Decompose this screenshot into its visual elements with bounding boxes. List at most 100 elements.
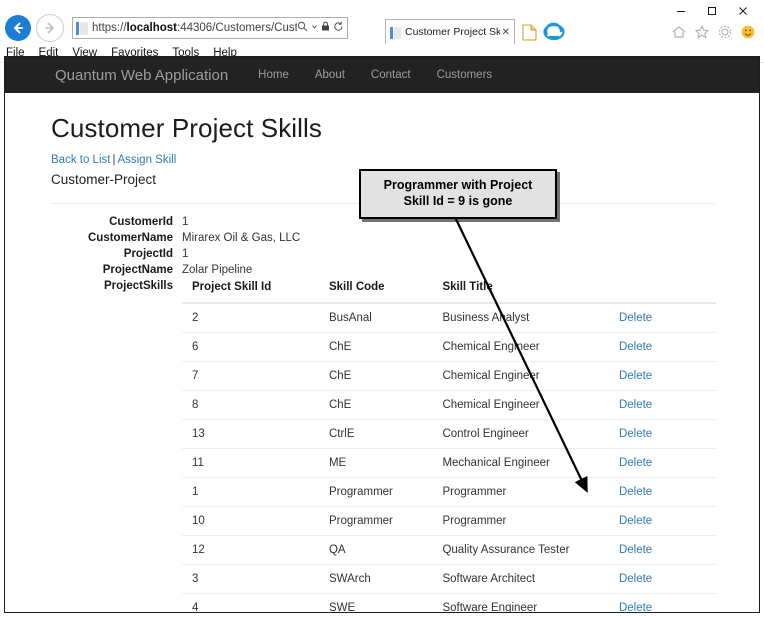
cell-skill-code: ChE bbox=[328, 361, 443, 391]
browser-window: https://localhost:44306/Customers/Custom… bbox=[0, 0, 764, 617]
cell-skill-code: Programmer bbox=[328, 477, 443, 507]
delete-link[interactable]: Delete bbox=[619, 544, 652, 556]
settings-gear-icon[interactable] bbox=[717, 24, 733, 40]
cell-project-skill-id: 1 bbox=[182, 477, 329, 507]
delete-link[interactable]: Delete bbox=[619, 341, 652, 353]
tab-strip: Customer Project Skills - Q... ✕ bbox=[385, 14, 566, 44]
site-brand[interactable]: Quantum Web Application bbox=[55, 67, 228, 84]
cell-skill-title: Software Architect bbox=[442, 564, 619, 594]
cell-skill-code: ChE bbox=[328, 332, 443, 362]
detail-label-customername: CustomerName bbox=[88, 232, 173, 244]
chevron-down-icon[interactable] bbox=[311, 21, 318, 35]
page-content: Customer Project Skills Back to List | Ass… bbox=[5, 93, 759, 612]
back-arrow-icon bbox=[14, 22, 23, 34]
nav-link-about[interactable]: About bbox=[315, 69, 345, 81]
cell-project-skill-id: 13 bbox=[182, 419, 329, 449]
detail-value-projectname: Zolar Pipeline bbox=[182, 264, 253, 276]
detail-label-projectid: ProjectId bbox=[123, 248, 173, 260]
tab-close-icon[interactable]: ✕ bbox=[502, 27, 510, 38]
cell-skill-title: Chemical Engineer bbox=[442, 332, 619, 362]
delete-link[interactable]: Delete bbox=[619, 399, 652, 411]
detail-value-projectid: 1 bbox=[182, 248, 189, 260]
address-bar-icons bbox=[297, 21, 344, 35]
address-url: https://localhost:44306/Customers/Custom… bbox=[92, 22, 297, 34]
table-row: 6 ChE Chemical Engineer Delete bbox=[182, 332, 716, 362]
browser-tab-active[interactable]: Customer Project Skills - Q... ✕ bbox=[385, 19, 515, 44]
delete-link[interactable]: Delete bbox=[619, 573, 652, 585]
close-icon bbox=[738, 7, 747, 15]
cell-actions: Delete bbox=[618, 564, 716, 594]
delete-link[interactable]: Delete bbox=[619, 515, 652, 527]
table-row: 12 QA Quality Assurance Tester Delete bbox=[182, 535, 716, 565]
customer-project-details: CustomerId 1 CustomerName Mirarex Oil & … bbox=[51, 215, 716, 612]
cell-project-skill-id: 8 bbox=[182, 390, 329, 420]
detail-label-projectname: ProjectName bbox=[102, 264, 173, 276]
cell-skill-title: Software Engineer bbox=[442, 593, 619, 612]
delete-link[interactable]: Delete bbox=[619, 457, 652, 469]
back-button[interactable] bbox=[5, 15, 31, 41]
table-row: 1 Programmer Programmer Delete bbox=[182, 477, 716, 507]
cell-project-skill-id: 11 bbox=[182, 448, 329, 478]
cell-actions: Delete bbox=[618, 332, 716, 362]
cell-actions: Delete bbox=[618, 593, 716, 612]
home-icon[interactable] bbox=[671, 24, 687, 40]
table-row: 2 BusAnal Business Analyst Delete bbox=[182, 302, 716, 333]
column-header-actions bbox=[618, 278, 716, 304]
cell-project-skill-id: 12 bbox=[182, 535, 329, 565]
new-tab-button[interactable] bbox=[518, 20, 540, 44]
cell-project-skill-id: 2 bbox=[182, 302, 329, 333]
refresh-icon[interactable] bbox=[333, 21, 344, 35]
assign-skill-link[interactable]: Assign Skill bbox=[117, 154, 176, 166]
close-button[interactable] bbox=[727, 2, 758, 20]
cell-skill-code: SWE bbox=[328, 593, 443, 612]
cell-skill-code: QA bbox=[328, 535, 443, 565]
cell-actions: Delete bbox=[618, 302, 716, 333]
table-row: 3 SWArch Software Architect Delete bbox=[182, 564, 716, 594]
delete-link[interactable]: Delete bbox=[619, 370, 652, 382]
table-body: 2 BusAnal Business Analyst Delete 6 ChE Chemic… bbox=[182, 302, 716, 612]
nav-link-contact[interactable]: Contact bbox=[371, 69, 411, 81]
cell-skill-title: Quality Assurance Tester bbox=[442, 535, 619, 565]
callout-line-1: Programmer with Project bbox=[383, 178, 533, 192]
delete-link[interactable]: Delete bbox=[619, 602, 652, 612]
action-links: Back to List | Assign Skill bbox=[51, 154, 715, 166]
delete-link[interactable]: Delete bbox=[619, 428, 652, 440]
navigation-row: https://localhost:44306/Customers/Custom… bbox=[0, 14, 348, 42]
feedback-smiley-icon[interactable] bbox=[740, 24, 756, 40]
page-title: Customer Project Skills bbox=[51, 113, 323, 143]
lock-icon[interactable] bbox=[321, 21, 330, 35]
cell-project-skill-id: 6 bbox=[182, 332, 329, 362]
table-head: Project Skill Id Skill Code Skill Title bbox=[182, 278, 716, 304]
browser-chrome-top: https://localhost:44306/Customers/Custom… bbox=[0, 0, 764, 44]
browser-toolbar-icons bbox=[671, 24, 756, 40]
window-controls bbox=[665, 2, 758, 20]
cell-skill-title: Control Engineer bbox=[442, 419, 619, 449]
table-row: 7 ChE Chemical Engineer Delete bbox=[182, 361, 716, 391]
forward-button[interactable] bbox=[36, 14, 64, 42]
project-skills-table: Project Skill Id Skill Code Skill Title … bbox=[182, 278, 716, 612]
back-to-list-link[interactable]: Back to List bbox=[51, 154, 110, 166]
new-tab-icon bbox=[522, 24, 536, 40]
maximize-button[interactable] bbox=[696, 2, 727, 20]
favorites-star-icon[interactable] bbox=[694, 24, 710, 40]
delete-link[interactable]: Delete bbox=[619, 486, 652, 498]
address-bar[interactable]: https://localhost:44306/Customers/Custom… bbox=[72, 17, 348, 39]
forward-arrow-icon bbox=[45, 22, 54, 34]
detail-label-projectskills: ProjectSkills bbox=[103, 280, 173, 292]
nav-link-home[interactable]: Home bbox=[258, 69, 289, 81]
cell-skill-code: BusAnal bbox=[328, 302, 443, 333]
table-row: 10 Programmer Programmer Delete bbox=[182, 506, 716, 536]
table-row: 8 ChE Chemical Engineer Delete bbox=[182, 390, 716, 420]
nav-link-customers[interactable]: Customers bbox=[437, 69, 493, 81]
minimize-icon bbox=[676, 11, 685, 12]
minimize-button[interactable] bbox=[665, 2, 696, 20]
search-icon[interactable] bbox=[297, 21, 308, 35]
column-header-skill-title: Skill Title bbox=[442, 278, 619, 304]
cell-actions: Delete bbox=[618, 419, 716, 449]
page-favicon-icon bbox=[76, 21, 88, 35]
site-nav-links: Home About Contact Customers bbox=[258, 69, 492, 81]
column-header-skill-code: Skill Code bbox=[328, 278, 443, 304]
delete-link[interactable]: Delete bbox=[619, 312, 652, 324]
cell-skill-title: Programmer bbox=[442, 477, 619, 507]
table-header-row: Project Skill Id Skill Code Skill Title bbox=[182, 278, 716, 304]
